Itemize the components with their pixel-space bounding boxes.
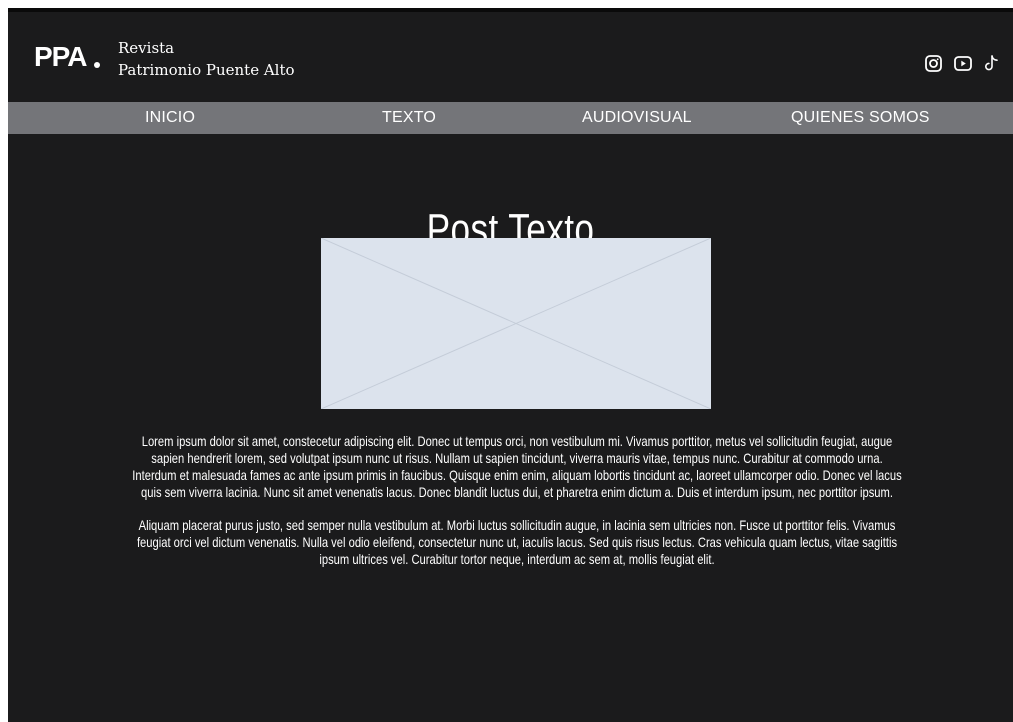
article-body: Lorem ipsum dolor sit amet, constecetur … — [132, 433, 902, 584]
tiktok-icon[interactable] — [983, 54, 1001, 73]
placeholder-cross — [321, 238, 711, 409]
paragraph-2: Aliquam placerat purus justo, sed semper… — [132, 517, 902, 568]
paragraph-1-text: Lorem ipsum dolor sit amet, constecetur … — [132, 433, 902, 500]
page-frame: PPA Revista Patrimonio Puente Alto INICI… — [8, 8, 1013, 722]
nav-item-quienes-somos[interactable]: QUIENES SOMOS — [791, 102, 930, 134]
brand-name: Revista Patrimonio Puente Alto — [118, 37, 295, 81]
brand-line-revista: Revista — [118, 39, 175, 57]
paragraph-2-text: Aliquam placerat purus justo, sed semper… — [136, 517, 898, 567]
logo-text: PPA — [34, 41, 87, 72]
nav-item-audiovisual[interactable]: AUDIOVISUAL — [582, 102, 692, 134]
instagram-icon[interactable] — [924, 54, 943, 73]
site-header: PPA Revista Patrimonio Puente Alto — [8, 12, 1013, 102]
social-links — [924, 54, 1001, 73]
nav-item-inicio[interactable]: INICIO — [145, 102, 195, 134]
paragraph-1: Lorem ipsum dolor sit amet, constecetur … — [132, 433, 902, 501]
brand-line-name: Patrimonio Puente Alto — [118, 61, 295, 79]
ppa-logo[interactable]: PPA — [34, 43, 100, 71]
logo-dot — [93, 62, 100, 68]
youtube-icon[interactable] — [953, 54, 973, 73]
image-placeholder — [321, 238, 711, 409]
nav-item-texto[interactable]: TEXTO — [382, 102, 436, 134]
main-nav: INICIO TEXTO AUDIOVISUAL QUIENES SOMOS — [8, 102, 1013, 134]
